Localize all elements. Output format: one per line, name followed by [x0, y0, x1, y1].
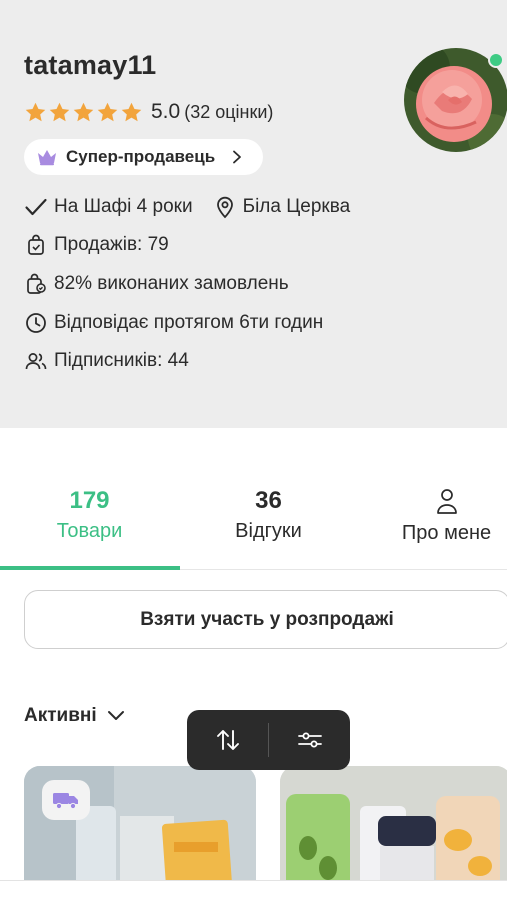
star-icon	[73, 102, 94, 121]
rating-stars	[24, 101, 143, 124]
filter-button[interactable]	[269, 710, 350, 770]
badge-label: Супер-продавець	[66, 147, 216, 166]
tenure-text: На Шафі 4 роки	[54, 196, 193, 217]
rating-count: (32 оцінки)	[184, 101, 274, 122]
people-icon	[25, 353, 47, 370]
delivery-truck-icon	[53, 793, 78, 810]
response-text: Відповідає протягом 6ти годин	[54, 312, 324, 333]
join-sale-button[interactable]: Взяти участь у розпродажі	[24, 590, 507, 649]
chevron-down-icon	[107, 711, 124, 720]
filter-sliders-icon	[297, 732, 322, 748]
product-card[interactable]	[280, 766, 507, 886]
sort-filter-toolbar	[187, 710, 350, 770]
completed-bag-icon	[27, 273, 46, 294]
reviews-count: 36	[255, 487, 282, 514]
about-icon-wrap	[362, 484, 507, 518]
location-pin-icon	[216, 196, 233, 219]
crown-icon	[38, 150, 56, 166]
star-icon	[97, 102, 118, 121]
checkmark-icon	[25, 198, 47, 216]
bottom-edge	[0, 880, 507, 899]
tab-reviews[interactable]: 36 Відгуки	[184, 484, 353, 564]
sort-icon	[216, 730, 239, 750]
sales-row: Продажів: 79	[24, 231, 169, 259]
product-image	[280, 766, 507, 886]
location-text: Біла Церква	[242, 196, 351, 217]
product-card[interactable]	[24, 766, 256, 886]
goods-count: 179	[69, 487, 110, 514]
sort-button[interactable]	[187, 710, 268, 770]
completed-text: 82% виконаних замовлень	[54, 273, 289, 294]
followers-row[interactable]: Підписників: 44	[24, 347, 189, 375]
tab-about[interactable]: Про мене	[362, 484, 507, 564]
rating-value: 5.0	[151, 100, 181, 123]
star-icon	[121, 102, 142, 121]
status-filter-dropdown[interactable]: Активні	[24, 702, 125, 730]
star-icon	[49, 102, 70, 121]
sales-text: Продажів: 79	[54, 234, 169, 255]
tenure-location-row: На Шафі 4 роки Біла Церква	[24, 193, 350, 221]
tab-goods[interactable]: 179 Товари	[5, 484, 174, 564]
tab-goods-label: Товари	[56, 520, 123, 542]
username: tatamay11	[24, 50, 157, 80]
active-tab-indicator	[0, 566, 180, 570]
chevron-right-icon	[233, 150, 242, 164]
delivery-badge	[42, 780, 90, 820]
person-icon	[436, 489, 457, 514]
clock-icon	[26, 313, 46, 333]
super-seller-badge[interactable]: Супер-продавець	[24, 139, 264, 175]
shopping-bag-icon	[28, 234, 44, 255]
response-time-row: Відповідає протягом 6ти годин	[24, 309, 323, 337]
profile-header: tatamay11 5.0 (32 оцінки) Супер-продавец…	[0, 0, 507, 428]
join-sale-label: Взяти участь у розпродажі	[140, 608, 394, 630]
followers-text: Підписників: 44	[54, 350, 189, 371]
status-filter-value: Активні	[24, 705, 97, 726]
tab-about-label: Про мене	[401, 522, 492, 544]
online-status-dot	[488, 52, 504, 68]
tab-reviews-label: Відгуки	[235, 520, 302, 542]
star-icon	[25, 102, 46, 121]
rating-row[interactable]: 5.0 (32 оцінки)	[24, 98, 273, 126]
completed-orders-row: 82% виконаних замовлень	[24, 270, 289, 298]
